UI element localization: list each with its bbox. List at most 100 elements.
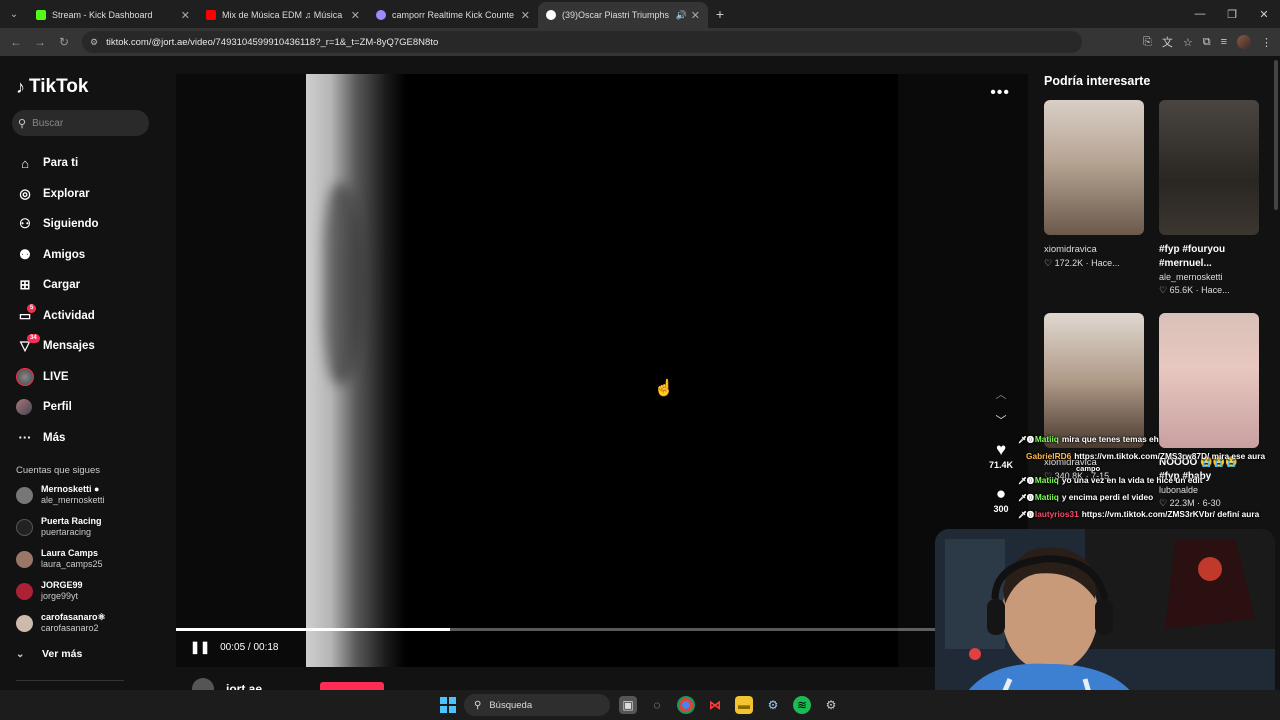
nav-label: Para ti: [43, 157, 79, 170]
steam-icon[interactable]: ⚙: [764, 696, 782, 714]
chrome-icon[interactable]: [677, 696, 695, 714]
taskbar-search[interactable]: ⚲ Búsqueda: [464, 694, 610, 716]
account-name: Mernosketti ●: [41, 484, 100, 494]
nav-item-para-ti[interactable]: ⌂ Para ti: [16, 148, 99, 179]
nav-item-actividad[interactable]: ▭ 5 Actividad: [16, 301, 99, 332]
close-tab-icon[interactable]: ✕: [691, 9, 700, 22]
webcam-image: [935, 529, 1275, 714]
browser-toolbar: ← → ↻ ⚙ tiktok.com/@jort.ae/video/749310…: [0, 28, 1280, 56]
nav-item-mensajes[interactable]: ▽ 34 Mensajes: [16, 331, 99, 362]
video-time: 00:05 / 00:18: [220, 641, 279, 653]
taskbar-search-label: Búsqueda: [489, 699, 533, 711]
account-user: ale_mernosketti: [41, 495, 105, 505]
tiktok-logo[interactable]: ♪ TikTok: [16, 76, 88, 98]
chevron-down-icon: ⌄: [16, 648, 25, 660]
following-account[interactable]: JORGE99 jorge99yt: [16, 580, 83, 602]
chat-text: mira que tenes temas eh: [1061, 434, 1159, 444]
nav-item-amigos[interactable]: ⚉ Amigos: [16, 240, 99, 271]
following-account[interactable]: Laura Camps laura_camps25: [16, 548, 103, 570]
chat-message: 🗡⓿Matiiq y encima perdi el video: [1018, 490, 1280, 507]
see-more-label: Ver más: [42, 648, 83, 660]
restore-icon[interactable]: ❐: [1216, 0, 1248, 28]
translate-icon[interactable]: 文: [1162, 34, 1173, 50]
nav-item-cargar[interactable]: ⊞ Cargar: [16, 270, 99, 301]
forward-icon[interactable]: →: [28, 35, 52, 49]
comment-button[interactable]: ● 300: [984, 484, 1018, 514]
recommended-video[interactable]: xiomidravica ♡ 172.2K · Hace...: [1044, 100, 1144, 270]
new-tab-button[interactable]: +: [708, 6, 732, 22]
heart-icon: ♥: [995, 440, 1007, 459]
windows-start-icon[interactable]: [440, 697, 456, 713]
close-tab-icon[interactable]: ✕: [521, 9, 530, 22]
page-scrollbar[interactable]: [1274, 60, 1278, 210]
nav-label: Más: [43, 431, 66, 444]
app-icon[interactable]: ⋈: [706, 696, 724, 714]
like-button[interactable]: ♥ 71.4K: [984, 440, 1018, 470]
nav-item-siguiendo[interactable]: ⚇ Siguiendo: [16, 209, 98, 240]
gaming-icon[interactable]: ◌: [648, 696, 666, 714]
following-account[interactable]: Puerta Racing puertaracing: [16, 516, 102, 538]
audio-playing-icon[interactable]: 🔊: [676, 10, 687, 21]
nav-item-live[interactable]: LIVE: [16, 362, 99, 393]
more-options-icon[interactable]: •••: [990, 84, 1010, 102]
tab-search-chevron-icon[interactable]: ⌄: [0, 0, 28, 28]
install-app-icon[interactable]: ⎘: [1143, 36, 1152, 49]
video-frame[interactable]: [306, 74, 898, 667]
browser-tab[interactable]: Stream - Kick Dashboard ✕: [28, 2, 198, 28]
recommended-video[interactable]: #fyp #fouryou #mernuel... ale_mernoskett…: [1159, 100, 1259, 297]
reload-icon[interactable]: ↻: [52, 35, 76, 49]
following-account[interactable]: carofasanaro⚛ carofasanaro2: [16, 612, 106, 634]
home-icon: ⌂: [21, 155, 29, 171]
nav-item-mas[interactable]: ··· Más: [16, 423, 99, 454]
rec-stats: ♡ 65.6K · Hace...: [1159, 285, 1230, 295]
spotify-icon[interactable]: ≋: [793, 696, 811, 714]
search-icon: ⚲: [18, 117, 27, 130]
live-icon: [16, 367, 34, 386]
sidebar-divider: [16, 680, 124, 681]
browser-tab-active[interactable]: (39)Oscar Piastri Triumphs 🔊 ✕: [538, 2, 708, 28]
close-window-icon[interactable]: ✕: [1248, 0, 1280, 28]
close-tab-icon[interactable]: ✕: [181, 9, 190, 22]
chat-text: https://vm.tiktok.com/ZMS3rKVbr/ definí …: [1081, 508, 1260, 519]
following-account[interactable]: Mernosketti ● ale_mernosketti: [16, 484, 105, 506]
account-name: JORGE99: [41, 580, 83, 590]
address-bar[interactable]: ⚙ tiktok.com/@jort.ae/video/749310459991…: [82, 31, 1082, 53]
next-video-icon[interactable]: ﹀: [992, 412, 1010, 428]
rec-caption: xiomidravica: [1044, 244, 1097, 255]
see-more-button[interactable]: ⌄ Ver más: [16, 648, 82, 660]
profile-avatar[interactable]: [1237, 35, 1251, 49]
site-info-icon[interactable]: ⚙: [90, 37, 98, 48]
chat-user: GabrielRD6: [1026, 450, 1072, 461]
chat-text: campo: [1076, 464, 1101, 474]
counter-favicon-icon: [376, 10, 386, 20]
chat-message: 🗡⓿lautyrios31 https://vm.tiktok.com/ZMS3r…: [1018, 507, 1280, 524]
close-tab-icon[interactable]: ✕: [351, 9, 360, 22]
video-progress-bar[interactable]: [176, 628, 1028, 631]
bookmark-star-icon[interactable]: ☆: [1183, 36, 1193, 49]
settings-icon[interactable]: ⚙: [822, 696, 840, 714]
video-thumbnail: [1044, 313, 1144, 448]
chat-text: https://vm.tiktok.com/ZMS3rw87D/ mira es…: [1074, 450, 1266, 461]
task-view-icon[interactable]: ▣: [619, 696, 637, 714]
previous-video-icon[interactable]: ︿: [992, 386, 1010, 402]
video-silhouette: [324, 184, 364, 384]
extensions-icon[interactable]: ⧉: [1203, 36, 1211, 49]
back-icon[interactable]: ←: [4, 35, 28, 49]
media-controls-icon[interactable]: ≡: [1221, 36, 1227, 48]
following-icon: ⚇: [19, 216, 31, 232]
browser-tab[interactable]: camporr Realtime Kick Counte ✕: [368, 2, 538, 28]
pause-icon[interactable]: ❚❚: [190, 640, 210, 654]
nav-item-explorar[interactable]: ◎ Explorar: [16, 179, 99, 210]
account-user: carofasanaro2: [41, 623, 99, 633]
video-player[interactable]: ••• ☝ ❚❚ 00:05 / 00:18: [176, 74, 1028, 667]
browser-tab[interactable]: Mix de Música EDM ♫ Música ✕: [198, 2, 368, 28]
youtube-favicon-icon: [206, 10, 216, 20]
browser-menu-icon[interactable]: ⋮: [1261, 36, 1272, 49]
search-input[interactable]: ⚲ Buscar: [12, 110, 149, 136]
chat-badges-icon: 🗡⓿: [1018, 495, 1034, 503]
file-explorer-icon[interactable]: ▬: [735, 696, 753, 714]
nav-item-perfil[interactable]: Perfil: [16, 392, 99, 423]
minimize-icon[interactable]: —: [1184, 0, 1216, 28]
following-section-title: Cuentas que sigues: [16, 465, 100, 476]
comment-icon: ●: [995, 484, 1007, 503]
